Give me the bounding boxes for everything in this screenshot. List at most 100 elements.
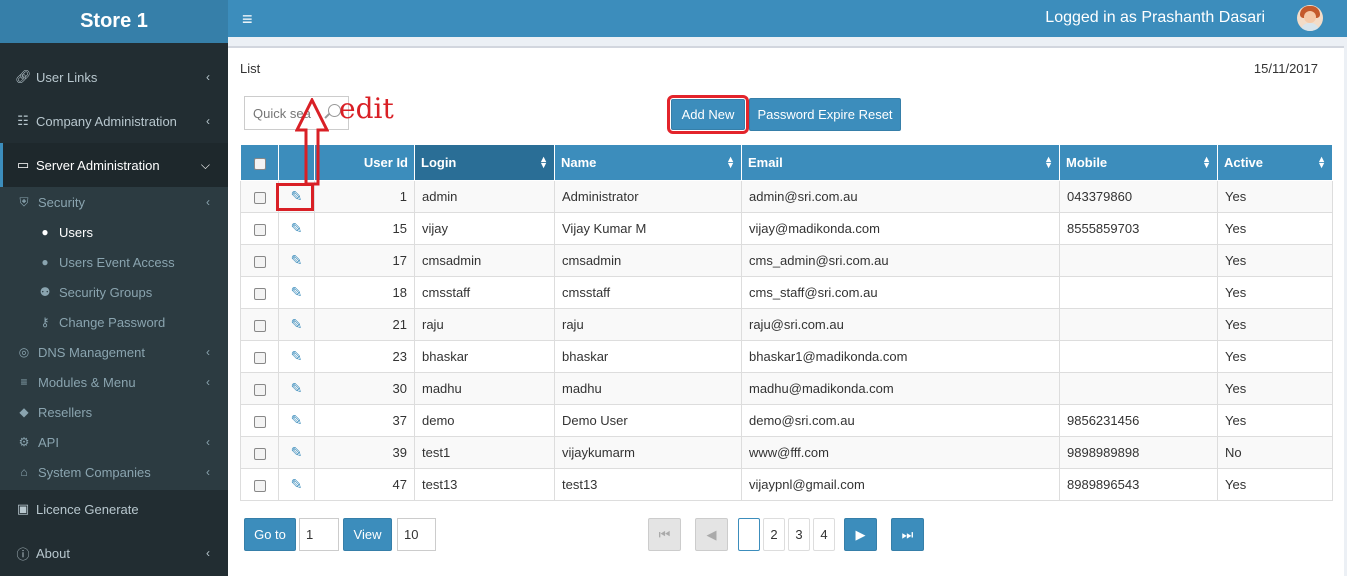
edit-pencil-icon[interactable]: ✎ — [291, 380, 303, 397]
column-header-name[interactable]: Name ▲ ▼ — [554, 144, 742, 181]
annotation-arrow — [295, 98, 329, 186]
avatar[interactable] — [1297, 5, 1323, 31]
row-checkbox[interactable] — [253, 255, 266, 268]
page-3[interactable]: 3 — [788, 518, 810, 551]
password-expire-reset-button[interactable]: Password Expire Reset — [749, 98, 901, 131]
edit-pencil-icon[interactable]: ✎ — [291, 444, 303, 461]
sidebar-item-label: Change Password — [59, 314, 166, 330]
table-row[interactable]: ✎ 18 cmsstaff cmsstaff cms_staff@sri.com.au Y… — [240, 276, 1333, 309]
chevron-left-icon: ‹ — [206, 114, 210, 128]
email-cell: madhu@madikonda.com — [741, 372, 1060, 405]
table-row[interactable]: ✎ 47 test13 test13 vijaypnl@gmail.com 8989896… — [240, 468, 1333, 501]
edit-pencil-icon[interactable]: ✎ — [291, 348, 303, 365]
name-cell: bhaskar — [554, 340, 742, 373]
column-header-email[interactable]: Email ▲ ▼ — [741, 144, 1060, 181]
row-checkbox[interactable] — [253, 319, 266, 332]
sidebar-item-label: Resellers — [38, 404, 93, 420]
sidebar-item-security[interactable]: ⛨ Security ‹ — [0, 187, 228, 217]
edit-pencil-icon[interactable]: ✎ — [291, 412, 303, 429]
view-button[interactable]: View — [343, 518, 392, 551]
mobile-cell — [1059, 276, 1218, 309]
go-to-button[interactable]: Go to — [244, 518, 296, 551]
name-cell: Demo User — [554, 404, 742, 437]
row-checkbox[interactable] — [253, 287, 266, 300]
edit-pencil-icon[interactable]: ✎ — [291, 284, 303, 301]
mobile-cell — [1059, 308, 1218, 341]
row-checkbox[interactable] — [253, 447, 266, 460]
login-cell: madhu — [414, 372, 555, 405]
sidebar-item-server-administration[interactable]: ▭ Server Administration ⌵ — [0, 143, 228, 187]
sidebar-item-about[interactable]: ⓘ About ‹ — [0, 531, 228, 575]
sidebar-item-users[interactable]: ● Users — [0, 217, 228, 247]
chevron-left-icon: ‹ — [206, 195, 210, 209]
select-all-checkbox[interactable] — [253, 157, 266, 170]
add-new-button[interactable]: Add New — [667, 95, 749, 134]
sidebar-item-label: Security — [38, 194, 85, 210]
column-header-active[interactable]: Active ▲ ▼ — [1217, 144, 1333, 181]
sidebar-item-modules-menu[interactable]: ≡ Modules & Menu ‹ — [0, 367, 228, 397]
select-all-header — [240, 144, 279, 181]
first-page-icon[interactable]: ⏮︎ — [648, 518, 681, 551]
sidebar-item-label: Server Administration — [36, 157, 160, 173]
table-row[interactable]: ✎ 30 madhu madhu madhu@madikonda.com Yes — [240, 372, 1333, 405]
edit-pencil-icon[interactable]: ✎ — [291, 220, 303, 237]
sidebar-item-resellers[interactable]: ◆ Resellers — [0, 397, 228, 427]
chevron-left-icon: ‹ — [206, 465, 210, 479]
column-header-mobile[interactable]: Mobile ▲ ▼ — [1059, 144, 1218, 181]
edit-pencil-icon[interactable]: ✎ — [291, 252, 303, 269]
user-id-cell: 15 — [314, 212, 415, 245]
edit-pencil-icon[interactable]: ✎ — [291, 316, 303, 333]
sidebar-item-user-links[interactable]: 🔗︎ User Links ‹ — [0, 55, 228, 99]
active-cell: Yes — [1217, 308, 1333, 341]
go-to-page-input[interactable]: 1 — [299, 518, 339, 551]
email-cell: demo@sri.com.au — [741, 404, 1060, 437]
table-row[interactable]: ✎ 1 admin Administrator admin@sri.com.au 0433… — [240, 180, 1333, 213]
table-row[interactable]: ✎ 37 demo Demo User demo@sri.com.au 985623145… — [240, 404, 1333, 437]
row-checkbox[interactable] — [253, 351, 266, 364]
column-header-login[interactable]: Login ▲ ▼ — [414, 144, 555, 181]
page-size-input[interactable]: 10 — [397, 518, 436, 551]
name-cell: raju — [554, 308, 742, 341]
sidebar-item-label: DNS Management — [38, 344, 145, 360]
annotation-highlight-box — [276, 183, 314, 211]
sidebar-item-licence-generate[interactable]: ▣ Licence Generate — [0, 487, 228, 531]
sidebar-item-api[interactable]: ⚙ API ‹ — [0, 427, 228, 457]
row-checkbox[interactable] — [253, 223, 266, 236]
sidebar-item-security-groups[interactable]: ⚉ Security Groups — [0, 277, 228, 307]
mobile-cell: 9898989898 — [1059, 436, 1218, 469]
table-row[interactable]: ✎ 15 vijay Vijay Kumar Mvijay@madikonda.com… — [240, 212, 1333, 245]
name-cell: vijaykumarm — [554, 436, 742, 469]
page-current[interactable] — [738, 518, 760, 551]
previous-page-icon[interactable]: ◀︎ — [695, 518, 728, 551]
sidebar-item-dns-management[interactable]: ◎ DNS Management ‹ — [0, 337, 228, 367]
brand-logo[interactable]: Store 1 — [0, 0, 228, 43]
table-row[interactable]: ✎ 39 test1 vijaykumarm www@fff.com 9898989898… — [240, 436, 1333, 469]
column-header-user-id[interactable]: User Id — [314, 144, 415, 181]
active-cell: Yes — [1217, 244, 1333, 277]
row-select-cell — [240, 276, 279, 309]
row-edit-cell: ✎ — [278, 372, 315, 405]
last-page-icon[interactable]: ⏭︎ — [891, 518, 924, 551]
menu-toggle-icon[interactable]: ≡ — [242, 9, 253, 30]
user-icon: ● — [41, 225, 49, 239]
table-row[interactable]: ✎ 23 bhaskar bhaskar bhaskar1@madikonda.com Y… — [240, 340, 1333, 373]
sidebar-item-label: System Companies — [38, 464, 151, 480]
row-checkbox[interactable] — [253, 383, 266, 396]
next-page-icon[interactable]: ▶︎ — [844, 518, 877, 551]
row-checkbox[interactable] — [253, 191, 266, 204]
sidebar-item-users-event-access[interactable]: ● Users Event Access — [0, 247, 228, 277]
table-row[interactable]: ✎ 17 cmsadmin cmsadmin cms_admin@sri.com.au Y… — [240, 244, 1333, 277]
edit-pencil-icon[interactable]: ✎ — [291, 476, 303, 493]
page-2[interactable]: 2 — [763, 518, 785, 551]
logged-in-user[interactable]: Logged in as Prashanth Dasari — [1045, 9, 1265, 27]
row-checkbox[interactable] — [253, 479, 266, 492]
sidebar-item-change-password[interactable]: ⚷ Change Password — [0, 307, 228, 337]
table-row[interactable]: ✎ 21 raju raju raju@sri.com.au Yes — [240, 308, 1333, 341]
sidebar-item-company-administration[interactable]: ☷ Company Administration ‹ — [0, 99, 228, 143]
sidebar-item-system-companies[interactable]: ⌂ System Companies ‹ — [0, 457, 228, 487]
active-cell: Yes — [1217, 276, 1333, 309]
row-select-cell — [240, 340, 279, 373]
page-4[interactable]: 4 — [813, 518, 835, 551]
sidebar-item-label: Users Event Access — [59, 254, 175, 270]
row-checkbox[interactable] — [253, 415, 266, 428]
